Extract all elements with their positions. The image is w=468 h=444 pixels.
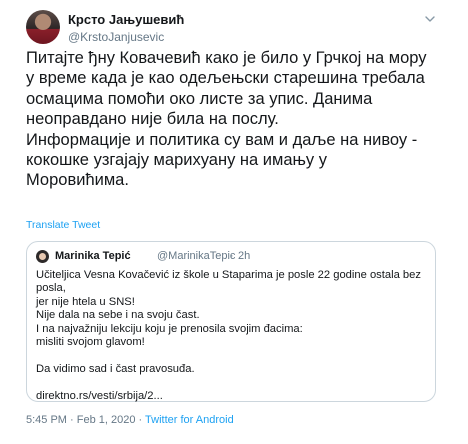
- quoted-tweet[interactable]: Marinika Tepić @MarinikaTepic · 2h Učite…: [26, 241, 436, 402]
- translate-tweet-link[interactable]: Translate Tweet: [26, 219, 100, 231]
- tweet-timestamp[interactable]: 5:45 PM · Feb 1, 2020: [26, 414, 135, 426]
- tweet-text: Питајте ђну Ковачевић како је било у Грч…: [26, 49, 427, 190]
- chevron-down-icon[interactable]: [424, 14, 436, 24]
- quoted-text: Učiteljica Vesna Kovačević iz škole u St…: [36, 269, 421, 402]
- tweet-card: Крсто Јањушевић @KrstoJanjusevic Питајте…: [0, 0, 468, 444]
- footer-separator: ·: [138, 414, 143, 426]
- quoted-time: 2h: [238, 250, 251, 262]
- quoted-separator: ·: [230, 250, 234, 262]
- tweet-footer: 5:45 PM · Feb 1, 2020 · Twitter for Andr…: [26, 414, 234, 426]
- author-avatar[interactable]: [26, 10, 60, 44]
- author-handle[interactable]: @KrstoJanjusevic: [68, 30, 164, 44]
- source-app-link[interactable]: Twitter for Android: [145, 414, 234, 426]
- quoted-author-handle: @MarinikaTepic: [157, 250, 236, 262]
- author-name[interactable]: Крсто Јањушевић: [68, 12, 184, 27]
- quoted-author-name: Marinika Tepić: [55, 250, 131, 262]
- quoted-author-avatar: [36, 250, 49, 263]
